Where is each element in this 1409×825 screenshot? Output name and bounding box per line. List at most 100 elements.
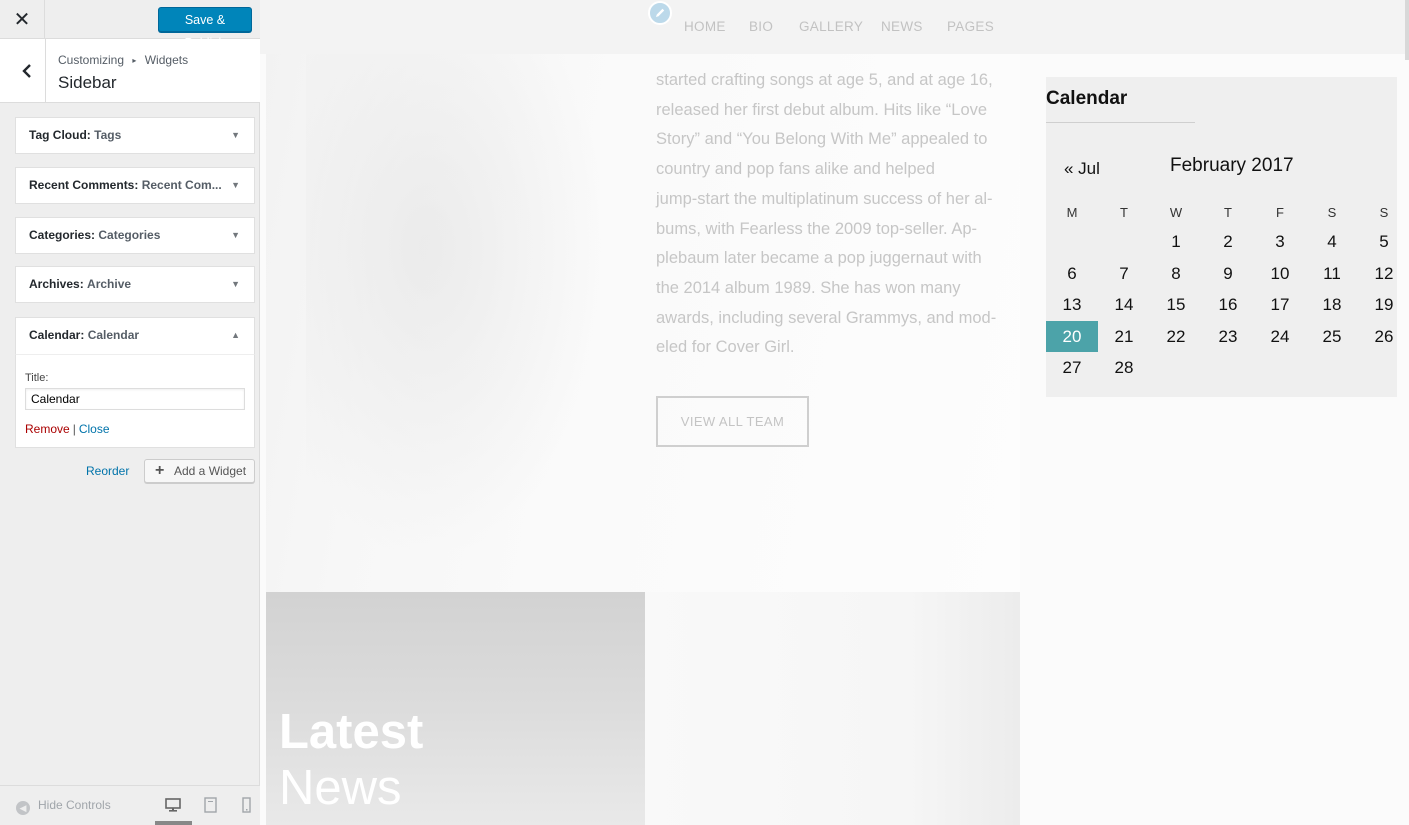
calendar-day: 5 — [1379, 232, 1389, 251]
widget-name: Calendar — [29, 328, 81, 342]
bio-line: started crafting songs at age 5, and at … — [656, 71, 993, 89]
weekday-header: F — [1276, 205, 1284, 220]
weekday-header: S — [1327, 205, 1337, 220]
widget-title: Recent Com... — [141, 178, 222, 192]
calendar-day: 23 — [1218, 326, 1238, 346]
weekday-header: W — [1169, 205, 1183, 220]
section-title: Sidebar — [58, 73, 117, 92]
widget-name: Categories — [29, 228, 92, 242]
calendar-day: 10 — [1270, 263, 1290, 283]
calendar-day: 12 — [1374, 263, 1394, 283]
widget-name: Archives — [29, 277, 80, 291]
close-link[interactable]: Close — [79, 422, 110, 436]
calendar-widget-title: Calendar — [1046, 88, 1128, 109]
widget-categories[interactable]: Categories: Categories ▼ — [15, 217, 255, 254]
expand-arrow-icon[interactable]: ▼ — [231, 118, 240, 153]
pencil-icon — [656, 8, 665, 17]
news-heading: News — [279, 761, 402, 815]
bio-paragraph: started crafting songs at age 5, and at … — [656, 66, 1016, 363]
nav-news[interactable]: NEWS — [881, 19, 923, 34]
calendar-day-today: 20 — [1046, 320, 1098, 352]
calendar-day: 25 — [1322, 326, 1342, 346]
nav-bio[interactable]: BIO — [749, 19, 773, 34]
save-publish-button[interactable]: Save & Publish — [158, 7, 252, 50]
calendar-day: 8 — [1171, 263, 1181, 283]
expand-arrow-icon[interactable]: ▼ — [231, 168, 240, 203]
calendar-day: 24 — [1270, 326, 1290, 346]
collapse-arrow-icon[interactable]: ▲ — [231, 318, 240, 353]
close-icon: ✕ — [13, 9, 31, 31]
active-device-indicator — [155, 821, 192, 825]
expand-arrow-icon[interactable]: ▼ — [231, 218, 240, 253]
collapse-icon: ◀ — [16, 801, 30, 815]
widget-actions: Remove | Close — [25, 422, 110, 436]
nav-gallery[interactable]: GALLERY — [799, 19, 863, 34]
widget-tag-cloud[interactable]: Tag Cloud: Tags ▼ — [15, 117, 255, 154]
latest-heading: Latest — [279, 705, 424, 759]
bio-line: Story” and “You Belong With Me” appealed… — [656, 130, 988, 149]
breadcrumb: Customizing ▸ Widgets — [58, 53, 188, 67]
calendar-day: 16 — [1218, 295, 1238, 314]
news-image-panel — [645, 592, 1020, 825]
nav-pages[interactable]: PAGES — [947, 19, 994, 34]
breadcrumb-item: Customizing — [58, 53, 125, 67]
hide-controls-button[interactable]: ◀ Hide Controls — [16, 798, 111, 815]
widget-title: Archive — [87, 277, 132, 291]
edit-shortcut-button[interactable] — [648, 1, 672, 25]
bio-line: jump-start the multiplatinum success of … — [656, 189, 993, 208]
expand-arrow-icon[interactable]: ▼ — [231, 267, 240, 302]
calendar-widget-form: Title: Remove|Close — [15, 354, 255, 448]
calendar-day: 6 — [1067, 263, 1077, 283]
widget-calendar[interactable]: Calendar: Calendar ▲ — [15, 317, 255, 355]
close-customizer-button[interactable]: ✕ — [0, 0, 45, 39]
chevron-left-icon — [21, 63, 31, 78]
reorder-link[interactable]: Reorder — [86, 464, 129, 478]
hero-image-shade — [306, 40, 606, 560]
calendar-prev-link[interactable]: « Jul — [1064, 159, 1100, 179]
bio-line: eled for Cover Girl. — [656, 338, 795, 357]
breadcrumb-separator-icon: ▸ — [132, 56, 137, 65]
back-button[interactable] — [4, 39, 46, 102]
calendar-day: 22 — [1166, 326, 1186, 346]
bio-line: plebaum later became a pop juggernaut wi… — [656, 249, 982, 268]
actions-divider: | — [72, 422, 76, 436]
calendar-day: 14 — [1114, 295, 1134, 314]
calendar-day: 4 — [1327, 232, 1337, 251]
calendar-day: 2 — [1223, 232, 1233, 251]
section-header: Customizing ▸ Widgets Sidebar — [0, 39, 260, 103]
site-navigation: HOME BIO GALLERY NEWS PAGES — [260, 0, 1409, 54]
calendar-day: 26 — [1374, 326, 1394, 346]
calendar-day: 15 — [1166, 295, 1186, 314]
breadcrumb-item: Widgets — [144, 53, 189, 67]
nav-home[interactable]: HOME — [684, 19, 726, 34]
title-input[interactable] — [25, 388, 245, 410]
view-all-team-button[interactable]: VIEW ALL TEAM — [656, 396, 809, 447]
calendar-day: 17 — [1270, 295, 1290, 314]
desktop-preview-icon[interactable] — [164, 797, 182, 813]
weekday-header: M — [1066, 205, 1078, 220]
weekday-header: T — [1120, 205, 1128, 220]
calendar-day: 3 — [1275, 232, 1285, 251]
widget-recent-comments[interactable]: Recent Comments: Recent Com... ▼ — [15, 167, 255, 204]
bio-line: country and pop fans alike and helped — [656, 160, 935, 179]
plus-icon: + — [155, 462, 165, 479]
calendar-day: 19 — [1374, 295, 1394, 314]
calendar-day: 27 — [1062, 358, 1082, 377]
preview-scrollbar[interactable] — [1405, 0, 1409, 60]
site-preview: HOME BIO GALLERY NEWS PAGES started craf… — [260, 0, 1409, 825]
customizer-panel: ✕ Save & Publish Customizing ▸ Widgets S… — [0, 0, 260, 825]
tablet-preview-icon[interactable] — [202, 797, 220, 813]
calendar-day: 11 — [1323, 263, 1341, 283]
widget-name: Tag Cloud — [29, 128, 87, 142]
add-widget-label: Add a Widget — [174, 464, 247, 478]
remove-link[interactable]: Remove — [25, 422, 70, 436]
mobile-preview-icon[interactable] — [238, 797, 256, 813]
calendar-caption: February 2017 — [1170, 155, 1294, 176]
widget-title: Calendar — [87, 328, 140, 342]
widget-archives[interactable]: Archives: Archive ▼ — [15, 266, 255, 303]
bio-line: bums, with Fearless the 2009 top-seller.… — [656, 219, 977, 238]
add-widget-button[interactable]: + Add a Widget — [144, 459, 255, 483]
widget-name: Recent Comments — [29, 178, 135, 192]
calendar-day: 28 — [1114, 358, 1134, 377]
widget-title: Categories — [98, 228, 161, 242]
